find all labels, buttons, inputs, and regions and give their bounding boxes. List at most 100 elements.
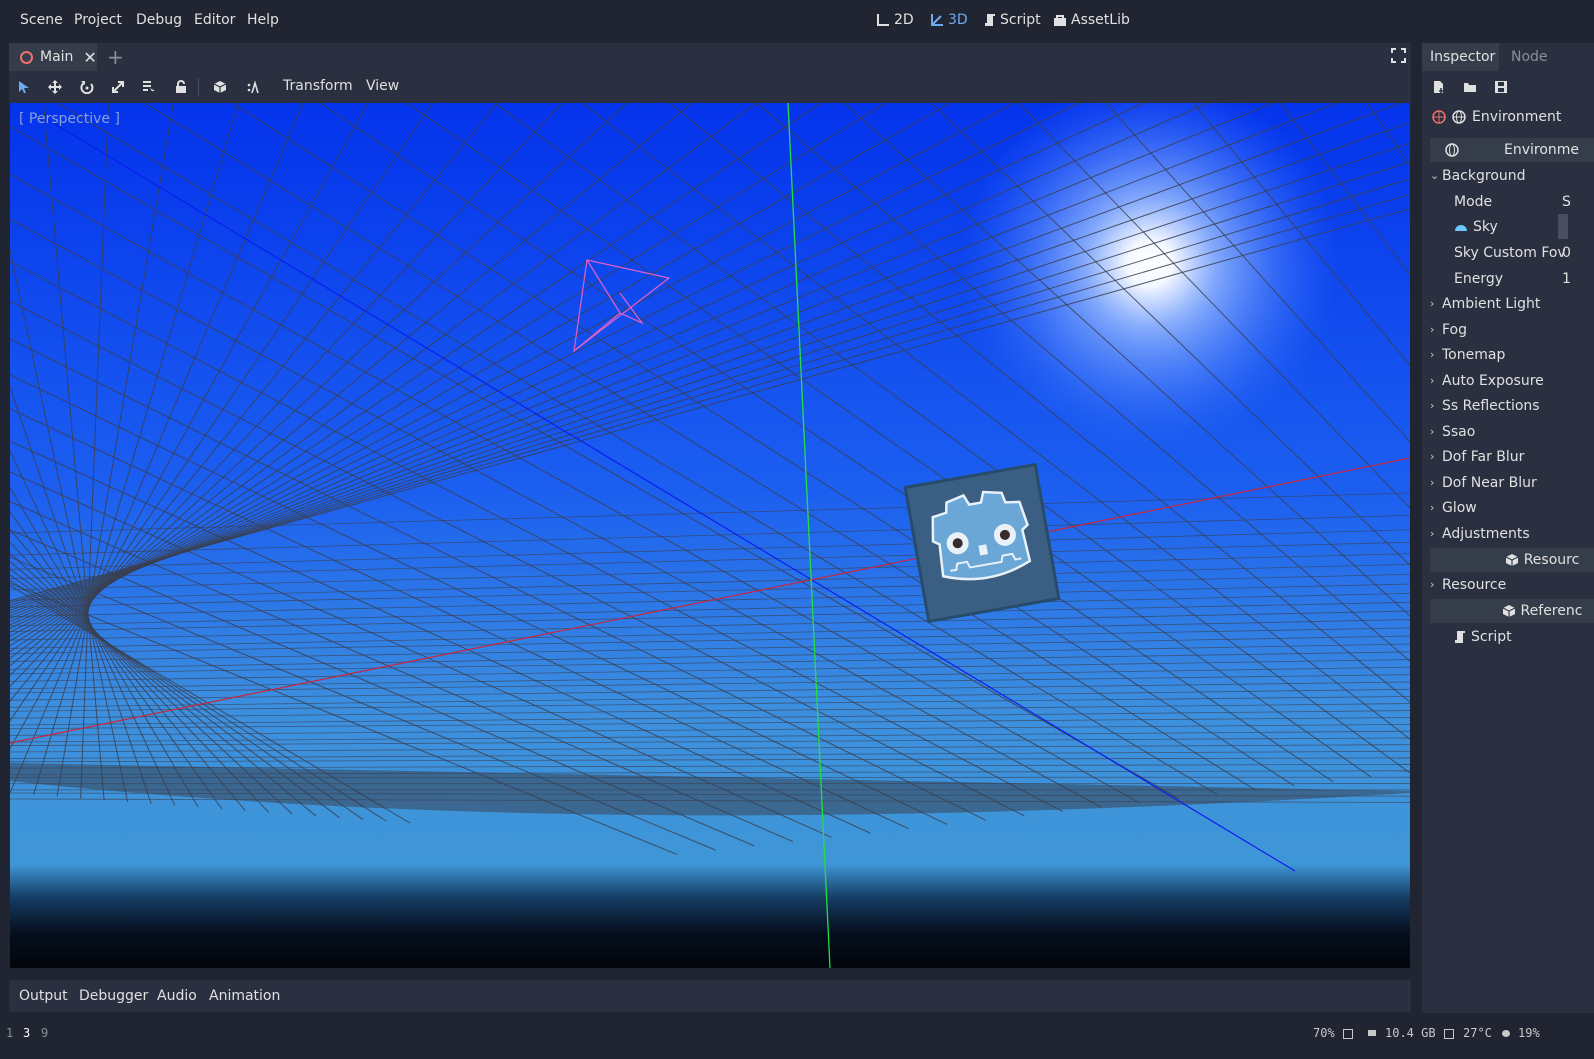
- globe-icon: [1445, 143, 1459, 157]
- tab-animation[interactable]: Animation: [209, 988, 280, 1004]
- workspace-indicator-3[interactable]: 3: [23, 1026, 30, 1040]
- resource-path[interactable]: Environment: [1432, 109, 1561, 125]
- lock-icon: [176, 80, 186, 93]
- workspace-assetlib-button[interactable]: AssetLib: [1053, 12, 1130, 28]
- load-resource-button[interactable]: [1463, 80, 1477, 98]
- distraction-free-button[interactable]: [1391, 48, 1406, 67]
- chevron-right-icon: ›: [1430, 450, 1435, 463]
- add-scene-tab-button[interactable]: +: [107, 45, 124, 69]
- menu-scene[interactable]: Scene: [20, 12, 63, 28]
- folder-icon: [1464, 83, 1476, 92]
- save-resource-button[interactable]: [1494, 80, 1508, 98]
- scale-tool-button[interactable]: [107, 78, 129, 96]
- section-reference-label: Referenc: [1520, 603, 1583, 619]
- section-resource-label: Resourc: [1523, 552, 1580, 568]
- resource-name: Environment: [1472, 109, 1562, 125]
- chevron-right-icon: ›: [1430, 399, 1435, 412]
- prop-sky[interactable]: Sky: [1430, 214, 1594, 239]
- new-resource-button[interactable]: [1432, 80, 1446, 98]
- sky-resource-button[interactable]: [1558, 214, 1568, 239]
- script-icon: [985, 14, 995, 26]
- group-background-label: Background: [1442, 167, 1526, 184]
- sky-icon: [1455, 224, 1467, 231]
- local-space-button[interactable]: [209, 78, 231, 96]
- fullscreen-icon: [1391, 48, 1406, 63]
- group-tonemap-label: Tonemap: [1442, 346, 1506, 363]
- tab-debugger[interactable]: Debugger: [79, 988, 148, 1004]
- rotate-icon: [80, 81, 94, 94]
- prop-energy[interactable]: Energy 1: [1430, 266, 1594, 291]
- scene-tab-label: Main: [40, 49, 74, 65]
- section-reference: Referenc: [1430, 599, 1594, 623]
- workspace-indicator-9[interactable]: 9: [41, 1026, 48, 1040]
- prop-energy-label: Energy: [1454, 270, 1504, 287]
- workspace-indicator-1[interactable]: 1: [6, 1026, 13, 1040]
- move-tool-button[interactable]: [44, 78, 66, 96]
- chevron-right-icon: ›: [1430, 297, 1435, 310]
- scene-tab-bar: [9, 43, 1411, 71]
- 3d-viewport[interactable]: [ Perspective ]: [10, 103, 1410, 968]
- workspace-3d-button[interactable]: 3D: [930, 12, 968, 28]
- group-glow[interactable]: › Glow: [1430, 495, 1594, 520]
- prop-sky-custom-fov-value[interactable]: 0: [1562, 245, 1571, 261]
- snap-button[interactable]: [241, 78, 263, 96]
- menu-debug[interactable]: Debug: [136, 12, 182, 28]
- close-icon[interactable]: ✕: [83, 48, 96, 67]
- chevron-right-icon: ›: [1430, 374, 1435, 387]
- group-tonemap[interactable]: › Tonemap: [1430, 342, 1594, 367]
- chevron-right-icon: ›: [1430, 476, 1435, 489]
- battery-icon: [1502, 1030, 1510, 1037]
- group-adjustments[interactable]: › Adjustments: [1430, 521, 1594, 546]
- prop-script[interactable]: Script: [1430, 624, 1594, 649]
- scene-tab-main[interactable]: Main ✕: [9, 43, 97, 71]
- tab-inspector[interactable]: Inspector: [1422, 43, 1499, 71]
- group-dof-far-blur[interactable]: › Dof Far Blur: [1430, 444, 1594, 469]
- menu-project[interactable]: Project: [74, 12, 122, 28]
- select-arrow-icon: [19, 81, 29, 93]
- group-resource[interactable]: › Resource: [1430, 572, 1594, 597]
- prop-mode-label: Mode: [1454, 193, 1493, 210]
- viewport-scene[interactable]: [10, 103, 1410, 968]
- workspace-script-button[interactable]: Script: [984, 12, 1041, 28]
- prop-mode[interactable]: Mode S: [1430, 189, 1594, 214]
- perspective-label[interactable]: [ Perspective ]: [19, 111, 120, 127]
- scale-icon: [112, 81, 124, 93]
- select-tool-button[interactable]: [13, 78, 35, 96]
- tab-node[interactable]: Node: [1511, 43, 1548, 71]
- group-dof-far-blur-label: Dof Far Blur: [1442, 448, 1525, 465]
- workspace-script-label: Script: [1000, 12, 1041, 28]
- group-glow-label: Glow: [1442, 499, 1477, 516]
- group-dof-near-blur-label: Dof Near Blur: [1442, 474, 1537, 491]
- node-tab-label: Node: [1511, 49, 1548, 65]
- menu-help[interactable]: Help: [247, 12, 279, 28]
- view-menu[interactable]: View: [366, 78, 399, 94]
- prop-sky-label: Sky: [1473, 218, 1498, 235]
- group-background[interactable]: ⌄ Background: [1430, 163, 1594, 188]
- transform-menu[interactable]: Transform: [283, 78, 353, 94]
- cpu-usage: 70%: [1313, 1026, 1335, 1040]
- toolbar-divider: [198, 78, 199, 96]
- workspace-2d-label: 2D: [894, 12, 914, 28]
- cube-icon: [1502, 605, 1515, 617]
- list-select-button[interactable]: [138, 78, 160, 96]
- lock-button[interactable]: [170, 78, 192, 96]
- group-fog[interactable]: › Fog: [1430, 317, 1594, 342]
- globe-icon: [1452, 110, 1466, 124]
- script-icon: [1455, 630, 1465, 643]
- group-ssao[interactable]: › Ssao: [1430, 419, 1594, 444]
- workspace-2d-button[interactable]: 2D: [876, 12, 914, 28]
- tab-output[interactable]: Output: [19, 988, 68, 1004]
- group-ambient-light[interactable]: › Ambient Light: [1430, 291, 1594, 316]
- menu-editor[interactable]: Editor: [194, 12, 235, 28]
- group-ss-reflections[interactable]: › Ss Reflections: [1430, 393, 1594, 418]
- rotate-tool-button[interactable]: [76, 78, 98, 96]
- tab-audio[interactable]: Audio: [157, 988, 197, 1004]
- section-environment: Environme: [1430, 138, 1594, 162]
- godot-icon-sprite[interactable]: [903, 462, 1061, 624]
- group-dof-near-blur[interactable]: › Dof Near Blur: [1430, 470, 1594, 495]
- prop-energy-value[interactable]: 1: [1562, 271, 1571, 287]
- prop-mode-value[interactable]: S: [1562, 194, 1571, 210]
- section-environment-label: Environme: [1503, 142, 1580, 158]
- group-auto-exposure[interactable]: › Auto Exposure: [1430, 368, 1594, 393]
- prop-sky-custom-fov[interactable]: Sky Custom Fov 0: [1430, 240, 1594, 265]
